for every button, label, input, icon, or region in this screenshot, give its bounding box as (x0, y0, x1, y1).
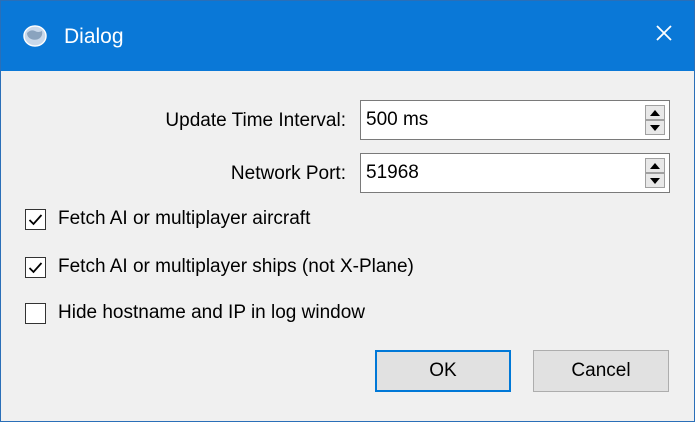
network-port-up-button[interactable] (645, 158, 665, 173)
update-interval-spinbox[interactable]: 500 ms (360, 100, 670, 140)
ok-button-label: OK (429, 360, 457, 381)
hide-hostname-checkbox[interactable]: Hide hostname and IP in log window (25, 300, 365, 326)
fetch-aircraft-checkbox[interactable]: Fetch AI or multiplayer aircraft (25, 206, 310, 232)
close-icon (654, 23, 674, 49)
ok-button[interactable]: OK (375, 350, 511, 392)
fetch-ships-checkbox[interactable]: Fetch AI or multiplayer ships (not X-Pla… (25, 254, 414, 280)
network-port-label: Network Port: (230, 163, 346, 184)
cancel-button[interactable]: Cancel (533, 350, 669, 392)
title-bar[interactable]: Dialog (1, 1, 694, 71)
network-port-down-button[interactable] (645, 173, 665, 188)
checkmark-icon (28, 213, 43, 225)
checkbox-box[interactable] (25, 256, 46, 278)
update-interval-down-button[interactable] (645, 120, 665, 135)
network-port-value[interactable]: 51968 (366, 162, 419, 184)
checkbox-label: Fetch AI or multiplayer aircraft (58, 208, 311, 229)
checkbox-box[interactable] (25, 302, 46, 324)
update-interval-value[interactable]: 500 ms (366, 109, 428, 131)
checkbox-label: Hide hostname and IP in log window (58, 302, 366, 323)
checkmark-icon (28, 261, 43, 273)
arrow-up-icon (650, 162, 660, 169)
globe-icon (22, 24, 48, 48)
arrow-up-icon (650, 109, 660, 116)
arrow-down-icon (650, 177, 660, 184)
close-button[interactable] (634, 1, 694, 71)
dialog-window: Dialog Update Time Interval: 500 ms Netw… (0, 0, 695, 422)
network-port-spinbox[interactable]: 51968 (360, 153, 670, 193)
checkbox-box[interactable] (25, 208, 46, 230)
arrow-down-icon (650, 124, 660, 131)
checkbox-label: Fetch AI or multiplayer ships (not X-Pla… (58, 256, 414, 277)
update-interval-label: Update Time Interval: (165, 110, 346, 131)
window-title: Dialog (64, 25, 124, 48)
cancel-button-label: Cancel (571, 360, 631, 381)
update-interval-up-button[interactable] (645, 105, 665, 120)
